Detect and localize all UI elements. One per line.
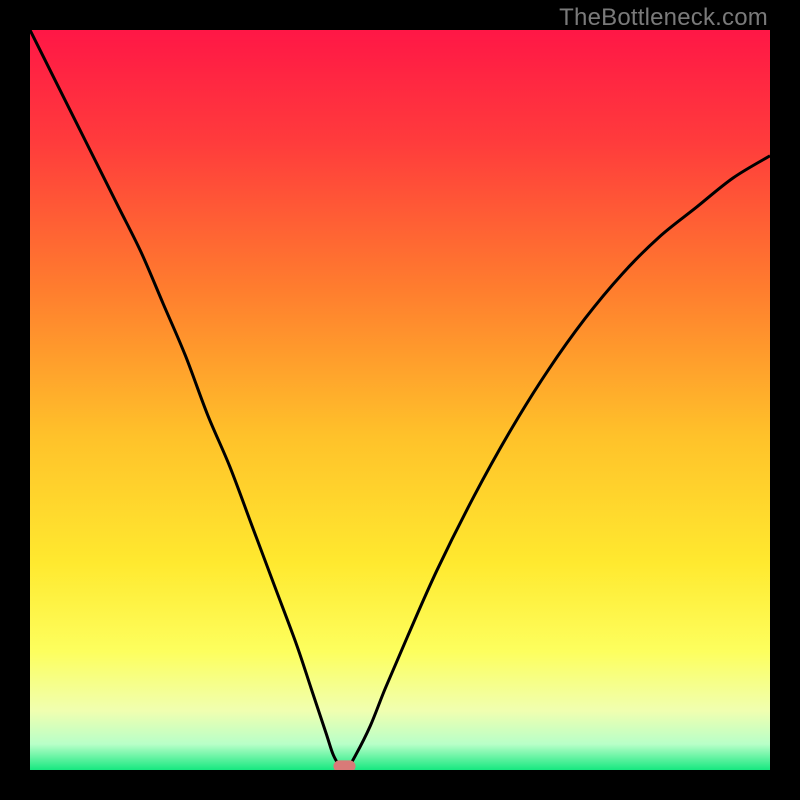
gradient-background: [30, 30, 770, 770]
watermark-label: TheBottleneck.com: [559, 4, 768, 32]
plot-area: [30, 30, 770, 770]
chart-frame: TheBottleneck.com: [0, 0, 800, 800]
min-marker: [333, 760, 355, 770]
chart-svg: [30, 30, 770, 770]
